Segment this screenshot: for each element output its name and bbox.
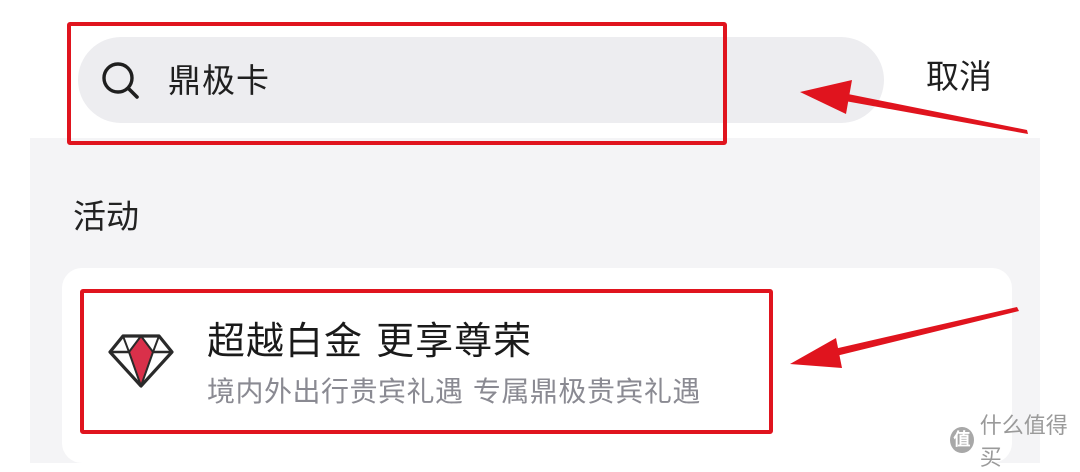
watermark-text: 什么值得买 [979, 414, 1068, 471]
watermark: 值 什么值得买 [950, 414, 1080, 471]
arrow-to-card [790, 307, 1019, 368]
annotation-arrows [790, 80, 1028, 368]
arrow-to-search [800, 80, 1028, 134]
watermark-logo: 值 [950, 427, 974, 453]
